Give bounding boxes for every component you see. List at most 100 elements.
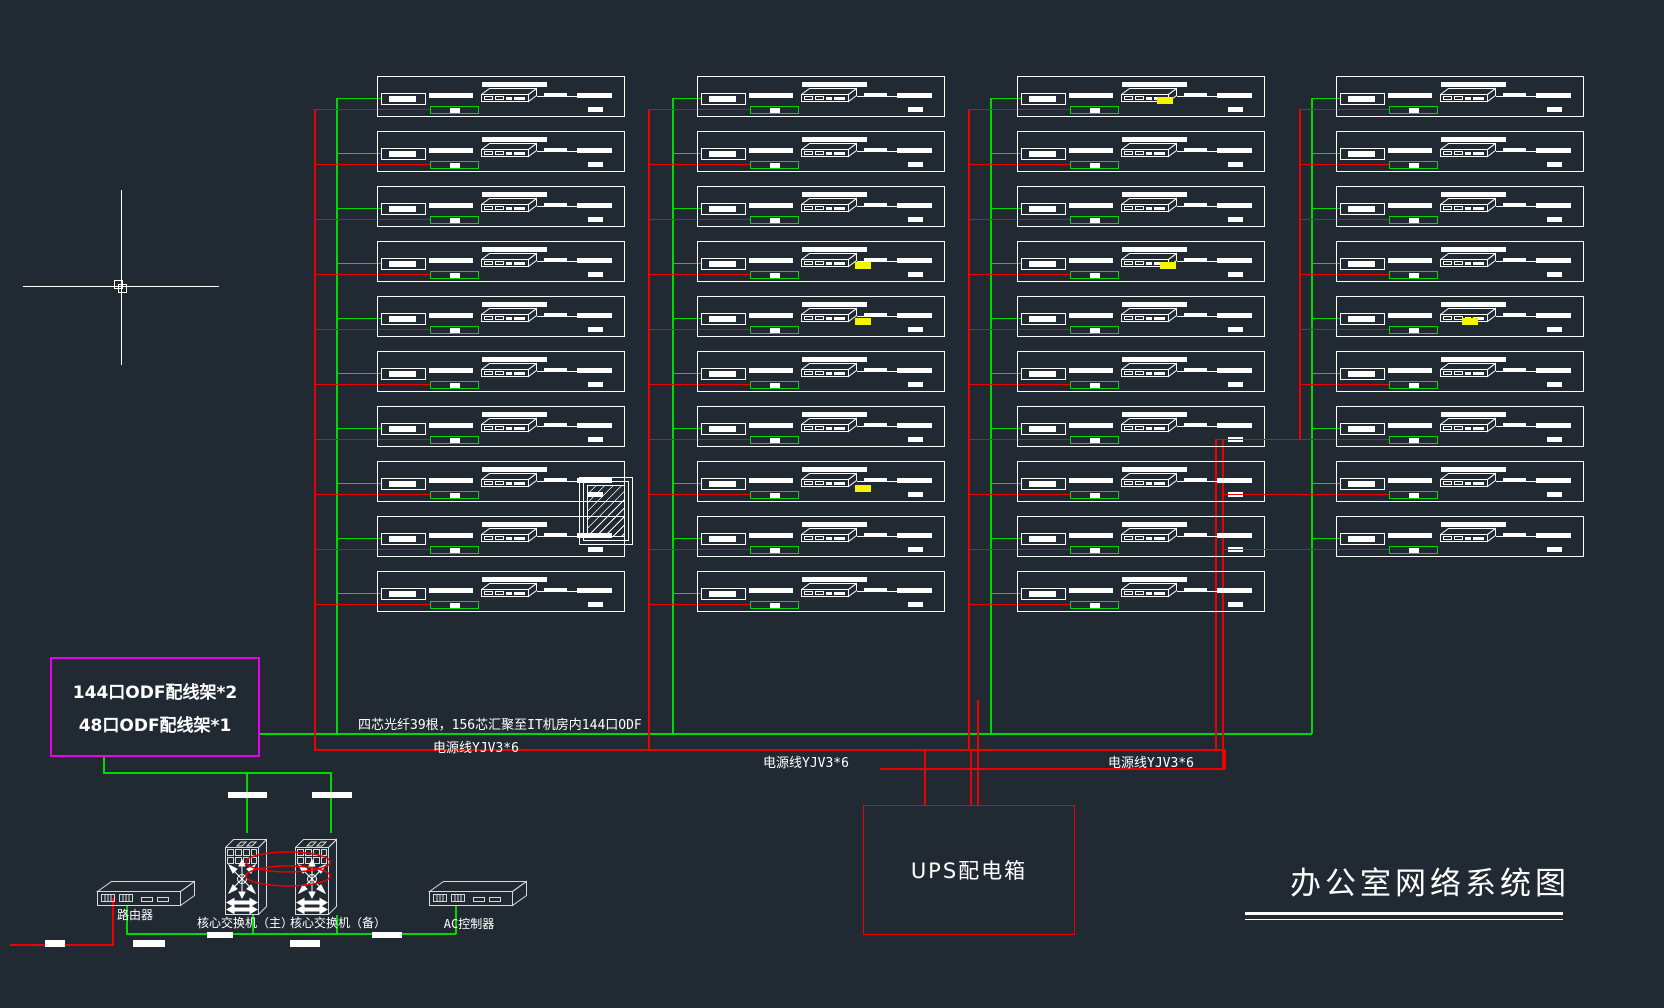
rack-bottom-label-bar (588, 162, 603, 167)
rack-label-bar (1184, 258, 1207, 262)
rack-label-bar (1503, 93, 1526, 97)
rack-pdu-indicator (1409, 548, 1419, 553)
rack-bottom-label-bar (588, 437, 603, 442)
rack-label-bar (429, 368, 473, 373)
rack-pdu-indicator (770, 273, 780, 278)
rack-bottom-label-bar (908, 437, 923, 442)
rack-label-bar (864, 423, 887, 427)
rack-pdu-indicator (1090, 163, 1100, 168)
rack-label-bar (1536, 93, 1571, 98)
rack-label-bar (1388, 203, 1432, 208)
rack-pdu-indicator (770, 438, 780, 443)
rack-label-bar (429, 148, 473, 153)
drawing-title: 办公室网络系统图 (1290, 858, 1570, 903)
rack-label-bar (897, 368, 932, 373)
rack-switch-icon-wrap (801, 87, 857, 107)
rack-switch-3d-icon (481, 362, 537, 378)
rack-bottom-label-bar (908, 547, 923, 552)
fiber-drop-wire (336, 538, 381, 539)
rack-patch-label (709, 481, 736, 487)
rack-switch-icon-wrap (481, 307, 537, 327)
rack-label-bar (577, 588, 612, 593)
rack-switch-3d-icon (481, 527, 537, 543)
yellow-highlight-tag (1157, 97, 1173, 104)
rack-label-bar (1217, 588, 1252, 593)
rack-patch-label (709, 591, 736, 597)
rack-label-bar (544, 423, 567, 427)
rack-switch-icon-wrap (481, 527, 537, 547)
rack-patch-label (1348, 371, 1375, 377)
rack-switch-3d-icon (1440, 417, 1496, 433)
rack-label-bar (864, 313, 887, 317)
cad-drawing-canvas[interactable]: 144口ODF配线架*2 48口ODF配线架*1 四芯光纤39根，156芯汇聚至… (0, 0, 1664, 1008)
rack-switch-icon-wrap (801, 252, 857, 272)
rack-switch-icon-wrap (1121, 307, 1177, 327)
fiber-drop-wire (336, 208, 381, 209)
rack-label-bar (864, 203, 887, 207)
yellow-highlight-tag (855, 318, 871, 325)
rack-switch-3d-icon (481, 417, 537, 433)
rack-switch-3d-icon (1121, 472, 1177, 488)
rack-label-bar (429, 258, 473, 263)
rack-label-bar (544, 478, 567, 482)
rack-switch-icon-wrap (1121, 527, 1177, 547)
rack-label-bar (1388, 423, 1432, 428)
rack-pdu-indicator (1090, 328, 1100, 333)
rack-patch-label (1029, 316, 1056, 322)
rack-patch-label (389, 426, 416, 432)
rack-patch-label (389, 261, 416, 267)
rack-switch-3d-icon (801, 362, 857, 378)
rack-patch-label (709, 96, 736, 102)
rack-label-bar (429, 478, 473, 483)
rack-label-bar (897, 423, 932, 428)
rack-switch-icon-wrap (1440, 362, 1496, 382)
rack-switch-3d-icon (481, 582, 537, 598)
rack-label-bar (1069, 93, 1113, 98)
rack-label-bar (1069, 258, 1113, 263)
rack-switch-icon-wrap (801, 417, 857, 437)
rack-label-bar (1536, 258, 1571, 263)
rack-label-bar (1503, 368, 1526, 372)
rack-switch-3d-icon (1121, 582, 1177, 598)
rack-pdu-indicator (1090, 603, 1100, 608)
rack-switch-3d-icon (1121, 307, 1177, 323)
rack-bottom-label-bar (908, 162, 923, 167)
rack-switch-3d-icon (1121, 417, 1177, 433)
rack-label-bar (749, 148, 793, 153)
rack-bottom-label-bar (588, 217, 603, 222)
rack-pdu-indicator (450, 548, 460, 553)
crosshair-pickbox-2 (118, 284, 127, 293)
rack-patch-label (389, 206, 416, 212)
rack-switch-icon-wrap (1440, 252, 1496, 272)
title-underline-thin (1245, 919, 1563, 920)
rack-pdu-indicator (1090, 273, 1100, 278)
rack-pdu-indicator (770, 548, 780, 553)
rack-label-bar (864, 368, 887, 372)
rack-pdu-indicator (1090, 438, 1100, 443)
rack-label-bar (544, 368, 567, 372)
rack-patch-label (1029, 151, 1056, 157)
rack-bottom-label-bar (1228, 107, 1243, 112)
rack-switch-icon-wrap (1121, 197, 1177, 217)
fiber-drop-wire (336, 98, 381, 99)
rack-label-bar (897, 258, 932, 263)
rack-label-bar (429, 588, 473, 593)
rack-label-bar (1217, 258, 1252, 263)
rack-label-bar (577, 93, 612, 98)
rack-bottom-label-bar (1547, 547, 1562, 552)
rack-patch-label (1348, 96, 1375, 102)
rack-bottom-label-bar (1228, 382, 1243, 387)
rack-label-bar (1503, 423, 1526, 427)
rack-label-bar (1217, 93, 1252, 98)
rack-label-bar (1184, 93, 1207, 97)
rack-bottom-label-bar (1547, 327, 1562, 332)
fiber-drop-wire (336, 263, 381, 264)
odf-panel-line2: 48口ODF配线架*1 (79, 711, 232, 736)
rack-bottom-label-bar (908, 327, 923, 332)
rack-label-bar (1184, 588, 1207, 592)
rack-switch-icon-wrap (1121, 417, 1177, 437)
power-cable-label-1: 电源线YJV3*6 (433, 737, 519, 756)
fiber-wire (103, 772, 331, 774)
rack-switch-3d-icon (801, 307, 857, 323)
fiber-note-text: 四芯光纤39根，156芯汇聚至IT机房内144口ODF (358, 714, 642, 733)
